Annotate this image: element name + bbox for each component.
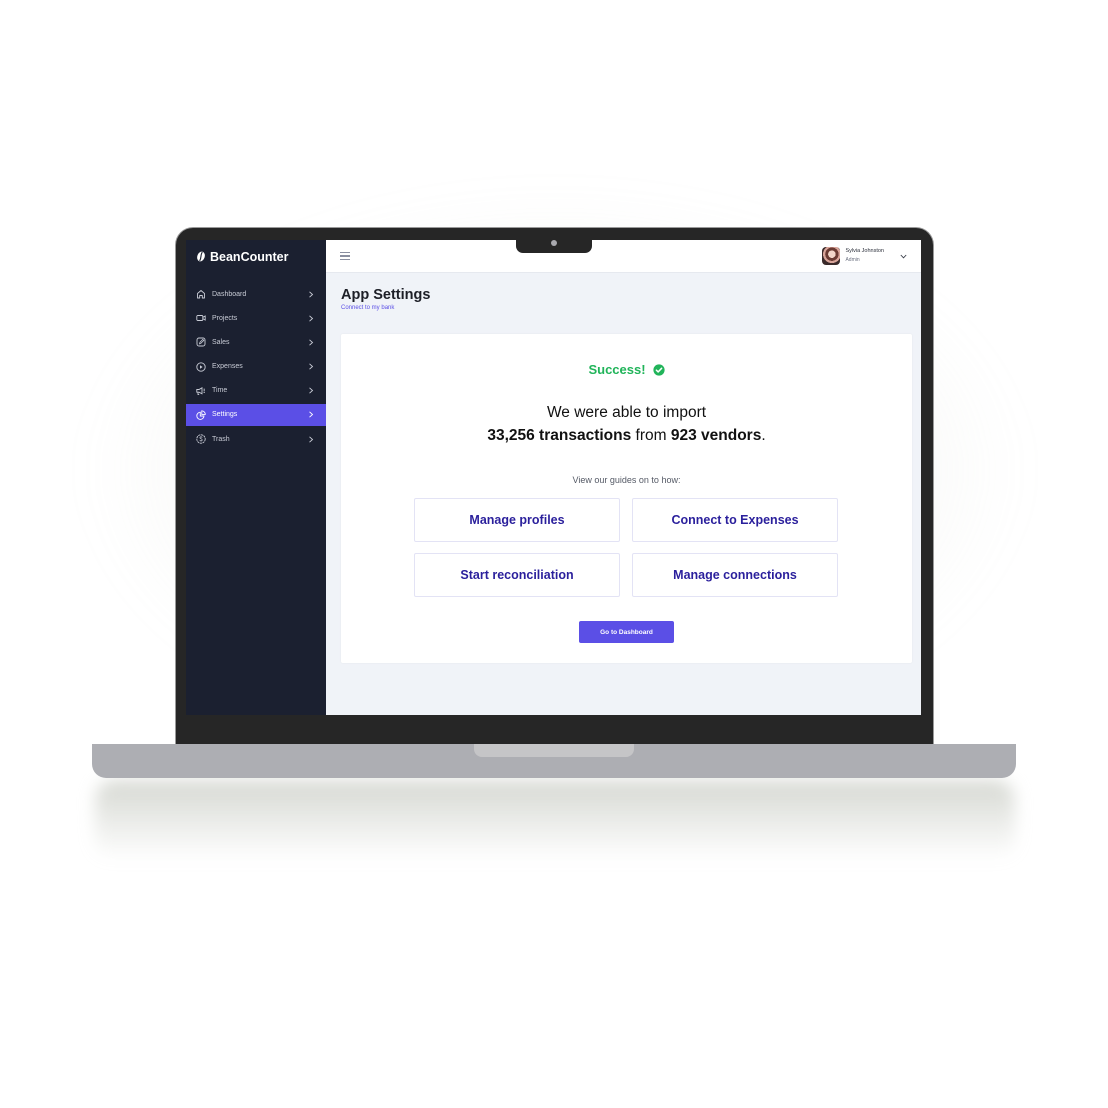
play-circle-icon: [196, 361, 206, 372]
page-header: App Settings Connect to my bank: [326, 273, 921, 311]
vendors-count: 923 vendors: [670, 427, 762, 444]
brand-name: BeanCounter: [210, 249, 289, 264]
sidebar-item-label: Settings: [212, 411, 238, 419]
camera-icon: [551, 240, 557, 246]
guides-grid: Manage profiles Connect to Expenses Star…: [414, 498, 839, 597]
sidebar-item-projects[interactable]: Projects: [186, 307, 326, 329]
avatar: [822, 247, 841, 265]
chevron-right-icon: [309, 315, 314, 322]
chevron-right-icon: [309, 290, 314, 298]
pie-chart-icon: [196, 410, 206, 420]
success-text: Success!: [588, 362, 646, 377]
check-circle-icon: [652, 363, 665, 376]
laptop-base: [92, 744, 1016, 778]
home-icon: [197, 290, 205, 299]
user-name: Sylvia Johnston: [845, 248, 884, 254]
chevron-right-icon: [309, 363, 314, 370]
laptop-groove: [474, 744, 634, 757]
sidebar-item-label: Projects: [212, 314, 238, 322]
laptop-notch: [516, 238, 592, 253]
guide-manage-profiles-button[interactable]: Manage profiles: [414, 498, 620, 542]
sidebar-item-label: Time: [212, 387, 228, 395]
dollar-circle-icon: [196, 434, 206, 444]
chevron-down-icon[interactable]: [900, 254, 907, 259]
sidebar-item-trash[interactable]: Trash: [186, 428, 326, 450]
sidebar-item-settings[interactable]: Settings: [186, 403, 326, 426]
guide-start-reconciliation-button[interactable]: Start reconciliation: [414, 553, 620, 597]
guide-connect-to-expenses-button[interactable]: Connect to Expenses: [632, 498, 838, 542]
laptop-shadow: [95, 780, 1015, 860]
chevron-right-icon: [309, 387, 314, 394]
import-line-2: 33,256 transactions from 923 vendors.: [341, 427, 912, 445]
sidebar-item-time[interactable]: Time: [186, 380, 326, 402]
period: .: [761, 427, 766, 444]
import-result-card: Success! We were able to import 33,256 t…: [341, 334, 912, 663]
go-to-dashboard-button[interactable]: Go to Dashboard: [579, 621, 674, 643]
user-menu[interactable]: Sylvia Johnston Admin: [822, 247, 907, 265]
sidebar: BeanCounter Dashboard Projects Sales Exp…: [186, 240, 326, 715]
from-text: from: [631, 427, 671, 444]
main-content: Sylvia Johnston Admin App Settings Conne…: [326, 240, 921, 715]
sidebar-item-sales[interactable]: Sales: [186, 331, 326, 353]
video-camera-icon: [196, 315, 206, 322]
user-role: Admin: [845, 257, 860, 263]
sidebar-item-expenses[interactable]: Expenses: [186, 356, 326, 378]
breadcrumb-link[interactable]: Connect to my bank: [341, 305, 906, 311]
success-message: Success!: [341, 362, 912, 377]
megaphone-icon: [196, 386, 205, 395]
topbar: Sylvia Johnston Admin: [326, 240, 921, 273]
import-line-1: We were able to import: [546, 404, 707, 421]
hamburger-icon[interactable]: [340, 252, 350, 260]
sidebar-item-label: Expenses: [212, 363, 243, 371]
page-title: App Settings: [341, 287, 431, 303]
sidebar-item-label: Dashboard: [212, 290, 247, 298]
sidebar-item-label: Sales: [212, 338, 230, 346]
guides-label: View our guides on to how:: [572, 475, 681, 485]
transactions-count: 33,256 transactions: [487, 427, 632, 444]
edit-square-icon: [196, 337, 206, 347]
chevron-right-icon: [309, 339, 314, 346]
chevron-right-icon: [309, 411, 314, 418]
sidebar-item-dashboard[interactable]: Dashboard: [186, 283, 326, 305]
brand-logo[interactable]: BeanCounter: [186, 240, 326, 273]
coffee-bean-icon: [197, 251, 205, 262]
chevron-right-icon: [309, 436, 314, 443]
app-screen: BeanCounter Dashboard Projects Sales Exp…: [186, 240, 921, 715]
guide-manage-connections-button[interactable]: Manage connections: [632, 553, 838, 597]
sidebar-item-label: Trash: [212, 435, 230, 443]
sidebar-nav: Dashboard Projects Sales Expenses Time S…: [186, 283, 326, 450]
